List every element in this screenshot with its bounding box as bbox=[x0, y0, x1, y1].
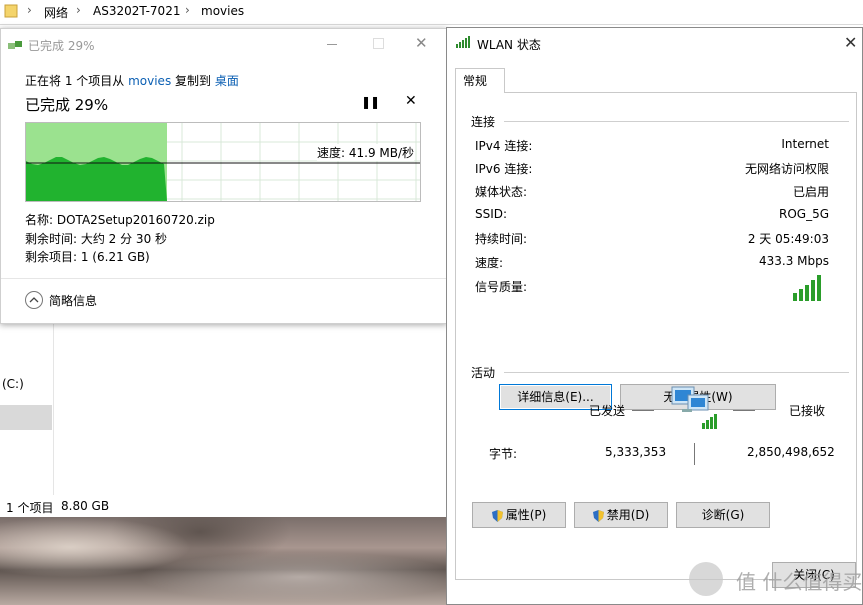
connection-section-title: 连接 bbox=[471, 115, 496, 129]
diagnose-button[interactable]: 诊断(G) bbox=[676, 502, 770, 528]
breadcrumb-network[interactable]: 网络 bbox=[44, 4, 68, 21]
chevron-right-icon: › bbox=[76, 3, 81, 17]
pause-button[interactable]: ❚❚ bbox=[361, 95, 380, 109]
desktop-wallpaper bbox=[0, 517, 446, 605]
items-remaining-row: 剩余项目: 1 (6.21 GB) bbox=[25, 250, 150, 264]
section-divider bbox=[504, 372, 849, 373]
activity-section-title: 活动 bbox=[471, 366, 496, 380]
connection-row-label: 持续时间: bbox=[475, 232, 528, 246]
destination-folder-link[interactable]: 桌面 bbox=[215, 74, 239, 88]
wlan-status-window: WLAN 状态 ✕ 常规 连接 IPv4 连接: Internet IPv6 连接:… bbox=[446, 27, 863, 605]
connection-row-value: 433.3 Mbps bbox=[758, 254, 829, 268]
speed-label: 速度: 41.9 MB/秒 bbox=[317, 144, 415, 161]
close-icon[interactable]: ✕ bbox=[844, 33, 857, 52]
minimize-icon[interactable] bbox=[327, 44, 337, 45]
connection-row-label: IPv6 连接: bbox=[475, 162, 533, 176]
connection-row-label: 媒体状态: bbox=[475, 185, 528, 199]
percent-complete-label: 已完成 29% bbox=[25, 96, 109, 114]
bytes-sent-value: 5,333,353 bbox=[605, 445, 667, 459]
speed-graph-svg bbox=[26, 123, 420, 201]
disable-button[interactable]: 禁用(D) bbox=[574, 502, 668, 528]
cancel-copy-button[interactable]: ✕ bbox=[405, 93, 417, 109]
connection-row-label: 信号质量: bbox=[475, 280, 528, 294]
address-bar[interactable]: › 网络 › AS3202T-7021 › movies bbox=[0, 0, 863, 25]
sent-connector bbox=[632, 410, 654, 411]
status-item-count: 1 个项目 bbox=[6, 501, 54, 515]
connection-row-value: ROG_5G bbox=[778, 207, 829, 221]
bytes-label: 字节: bbox=[489, 447, 518, 461]
section-divider bbox=[504, 121, 849, 122]
folder-icon bbox=[4, 4, 18, 18]
dialog-title: 已完成 29% bbox=[28, 39, 95, 53]
copy-text-mid: 复制到 bbox=[171, 74, 215, 88]
sent-label: 已发送 bbox=[589, 404, 626, 418]
connection-row-label: IPv4 连接: bbox=[475, 139, 533, 153]
connection-row-value: 无网络访问权限 bbox=[744, 162, 829, 176]
status-selection-size: 8.80 GB bbox=[61, 499, 110, 513]
breadcrumb-movies[interactable]: movies bbox=[201, 4, 244, 18]
wifi-signal-icon bbox=[456, 36, 470, 48]
properties-label: 属性(P) bbox=[505, 508, 547, 522]
chevron-up-icon[interactable] bbox=[25, 291, 43, 309]
properties-button[interactable]: 属性(P) bbox=[472, 502, 566, 528]
fewer-details-button[interactable]: 简略信息 bbox=[49, 292, 97, 309]
watermark-logo bbox=[689, 562, 723, 596]
window-title: WLAN 状态 bbox=[477, 38, 541, 52]
copy-app-icon bbox=[8, 41, 22, 49]
connection-row-label: SSID: bbox=[475, 207, 508, 221]
connection-row-value: 2 天 05:49:03 bbox=[747, 232, 829, 246]
transfer-speed-graph bbox=[25, 122, 421, 202]
received-label: 已接收 bbox=[789, 404, 826, 418]
disable-label: 禁用(D) bbox=[606, 508, 650, 522]
network-computer-icon bbox=[671, 386, 717, 429]
connection-row-value: 已启用 bbox=[792, 185, 829, 199]
nav-item-selected[interactable] bbox=[0, 405, 52, 430]
breadcrumb-server[interactable]: AS3202T-7021 bbox=[93, 4, 180, 18]
copy-text-prefix: 正在将 1 个项目从 bbox=[25, 74, 129, 88]
nav-item-c-drive[interactable]: (C:) bbox=[2, 377, 24, 391]
connection-row-label: 速度: bbox=[475, 256, 504, 270]
connection-row-value: Internet bbox=[781, 137, 829, 151]
signal-quality-icon bbox=[793, 275, 821, 301]
watermark-text: 值 什么值得买 bbox=[736, 570, 863, 594]
progress-fill-dark bbox=[26, 157, 167, 201]
uac-shield-icon bbox=[491, 509, 503, 522]
chevron-right-icon: › bbox=[27, 3, 32, 17]
uac-shield-icon bbox=[592, 509, 604, 522]
bytes-received-value: 2,850,498,652 bbox=[747, 445, 835, 459]
time-remaining-row: 剩余时间: 大约 2 分 30 秒 bbox=[25, 232, 168, 246]
nav-pane-divider[interactable] bbox=[53, 320, 54, 495]
file-name-row: 名称: DOTA2Setup20160720.zip bbox=[25, 213, 215, 227]
maximize-icon[interactable] bbox=[373, 38, 384, 49]
tab-general-label: 常规 bbox=[463, 74, 488, 88]
received-connector bbox=[733, 410, 755, 411]
divider bbox=[1, 278, 446, 279]
chevron-right-icon: › bbox=[185, 3, 190, 17]
close-icon[interactable]: ✕ bbox=[415, 34, 428, 52]
copy-description: 正在将 1 个项目从 movies 复制到 桌面 bbox=[25, 72, 239, 89]
source-folder-link[interactable]: movies bbox=[128, 74, 171, 88]
bytes-divider bbox=[694, 443, 695, 465]
copy-progress-dialog: 已完成 29% ✕ 正在将 1 个项目从 movies 复制到 桌面 已完成 2… bbox=[0, 28, 447, 324]
